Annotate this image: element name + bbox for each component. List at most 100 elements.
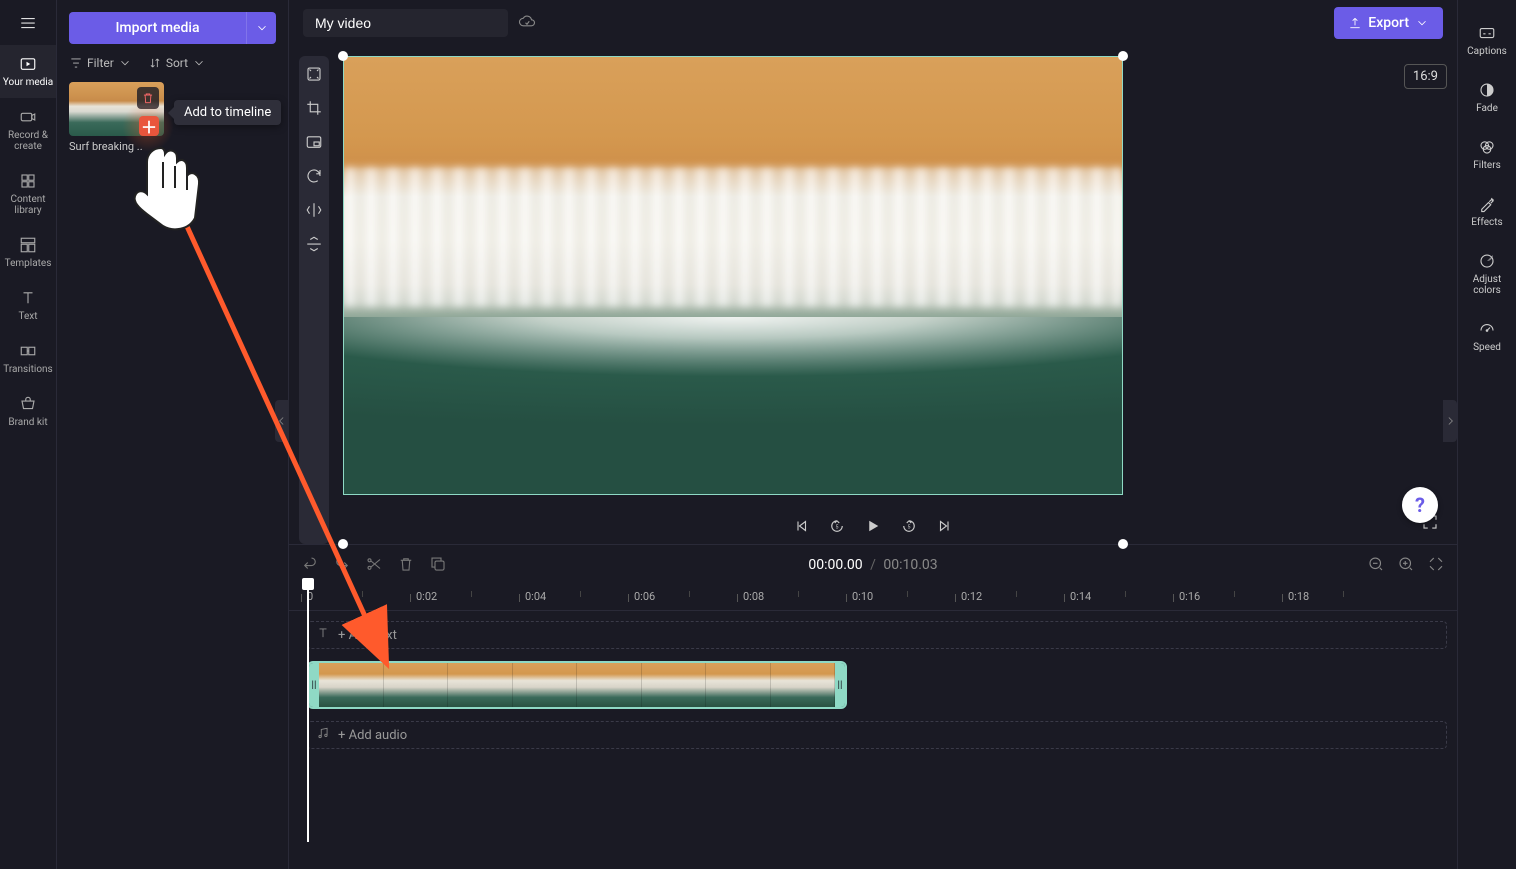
sidebar-item-brand-kit[interactable]: Brand kit	[0, 385, 56, 438]
media-icon	[19, 55, 37, 73]
rewind-button[interactable]: 5	[828, 517, 846, 538]
import-media-button[interactable]: Import media	[69, 12, 276, 44]
rr-label: Speed	[1473, 342, 1501, 353]
ruler-tick: 0:14	[1070, 590, 1091, 603]
zoom-fit-button[interactable]	[1427, 555, 1445, 576]
import-label: Import media	[69, 20, 246, 36]
chevron-down-icon	[255, 21, 269, 35]
sidebar-item-text[interactable]: Text	[0, 279, 56, 332]
ruler-tick: 0:06	[634, 590, 655, 603]
right-rail-effects[interactable]: Effects	[1458, 183, 1516, 240]
aspect-ratio-button[interactable]: 16:9	[1404, 64, 1447, 89]
rail-label: Record & create	[2, 130, 54, 152]
audio-track-lane[interactable]: + Add audio	[307, 721, 1447, 749]
sidebar-item-content-library[interactable]: Content library	[0, 162, 56, 226]
sort-button[interactable]: Sort	[148, 56, 206, 70]
ruler-mini-tick	[907, 591, 908, 597]
add-to-timeline-button[interactable]: ＋	[139, 116, 159, 136]
playhead[interactable]	[307, 582, 309, 842]
resize-handle-tl[interactable]	[338, 51, 348, 61]
text-track-icon	[316, 626, 330, 644]
captions-icon	[1478, 24, 1496, 42]
current-time: 00:00.00	[808, 557, 862, 573]
zoom-in-button[interactable]	[1397, 555, 1415, 576]
sidebar-item-transitions[interactable]: Transitions	[0, 332, 56, 385]
svg-text:5: 5	[908, 524, 911, 530]
delete-button[interactable]	[397, 555, 415, 576]
ruler-mini-tick	[1125, 591, 1126, 597]
clip-trim-left[interactable]: ||	[309, 663, 319, 707]
rr-label: Adjust colors	[1460, 274, 1514, 296]
skip-start-button[interactable]	[792, 517, 810, 538]
rr-label: Filters	[1473, 160, 1501, 171]
flip-horizontal-tool[interactable]	[304, 200, 324, 220]
ruler-mini-tick	[471, 591, 472, 597]
skip-end-button[interactable]	[936, 517, 954, 538]
rail-label: Brand kit	[8, 417, 47, 428]
ruler-tick: 0:12	[961, 590, 982, 603]
sidebar-item-record[interactable]: Record & create	[0, 98, 56, 162]
collapse-left-panel[interactable]	[275, 400, 289, 442]
rr-label: Effects	[1471, 217, 1502, 228]
timeline-clip[interactable]: || ||	[307, 661, 847, 709]
chevron-down-icon	[192, 56, 206, 70]
menu-button[interactable]	[19, 0, 37, 45]
ruler-tick: 0:18	[1288, 590, 1309, 603]
clip-trim-right[interactable]: ||	[835, 663, 845, 707]
timeline-ruler[interactable]: 00:020:040:060:080:100:120:140:160:18	[289, 585, 1457, 611]
preview-canvas[interactable]	[343, 56, 1123, 544]
delete-media-button[interactable]	[137, 87, 159, 109]
flip-vertical-tool[interactable]	[304, 234, 324, 254]
play-button[interactable]	[864, 517, 882, 538]
filters-icon	[1478, 138, 1496, 156]
ruler-mini-tick	[1016, 591, 1017, 597]
export-button[interactable]: Export	[1334, 7, 1443, 39]
collapse-right-panel[interactable]	[1443, 400, 1457, 442]
chevron-down-icon	[118, 56, 132, 70]
help-button[interactable]: ?	[1402, 487, 1438, 523]
ruler-tick: 0:02	[416, 590, 437, 603]
right-rail-fade[interactable]: Fade	[1458, 69, 1516, 126]
sidebar-item-templates[interactable]: Templates	[0, 226, 56, 279]
clip-frame	[513, 663, 578, 707]
pip-tool[interactable]	[304, 132, 324, 152]
fit-tool[interactable]	[304, 64, 324, 84]
import-dropdown-button[interactable]	[246, 12, 276, 44]
ruler-mini-tick	[1343, 591, 1344, 597]
ruler-mini-tick	[1234, 591, 1235, 597]
media-thumbnail-name: Surf breaking ..	[69, 140, 164, 153]
zoom-out-button[interactable]	[1367, 555, 1385, 576]
sort-label: Sort	[166, 56, 188, 70]
ruler-mini-tick	[689, 591, 690, 597]
rr-label: Fade	[1476, 103, 1498, 114]
project-title-input[interactable]	[303, 9, 508, 37]
trash-icon	[141, 91, 155, 105]
right-rail-captions[interactable]: Captions	[1458, 12, 1516, 69]
right-rail-adjust-colors[interactable]: Adjust colors	[1458, 240, 1516, 308]
redo-button[interactable]	[333, 555, 351, 576]
ruler-tick: 0:16	[1179, 590, 1200, 603]
right-rail-filters[interactable]: Filters	[1458, 126, 1516, 183]
crop-tool[interactable]	[304, 98, 324, 118]
split-button[interactable]	[365, 555, 383, 576]
right-rail-speed[interactable]: Speed	[1458, 308, 1516, 365]
timecode-display: 00:00.00 / 00:10.03	[808, 557, 937, 573]
ruler-tick: 0:08	[743, 590, 764, 603]
filter-button[interactable]: Filter	[69, 56, 132, 70]
clip-frame	[448, 663, 513, 707]
chevron-left-icon	[275, 414, 289, 428]
export-label: Export	[1368, 15, 1409, 31]
cloud-sync-icon[interactable]	[518, 13, 536, 34]
undo-button[interactable]	[301, 555, 319, 576]
rail-label: Transitions	[3, 364, 52, 375]
rotate-tool[interactable]	[304, 166, 324, 186]
duplicate-button[interactable]	[429, 555, 447, 576]
transitions-icon	[19, 342, 37, 360]
media-thumbnail[interactable]: Surf breaking .. ＋ Add to timeline	[69, 82, 164, 153]
forward-button[interactable]: 5	[900, 517, 918, 538]
library-icon	[19, 172, 37, 190]
sidebar-item-your-media[interactable]: Your media	[0, 45, 56, 98]
fade-icon	[1478, 81, 1496, 99]
text-track-lane[interactable]: + Add text	[307, 621, 1447, 649]
help-label: ?	[1415, 493, 1425, 517]
